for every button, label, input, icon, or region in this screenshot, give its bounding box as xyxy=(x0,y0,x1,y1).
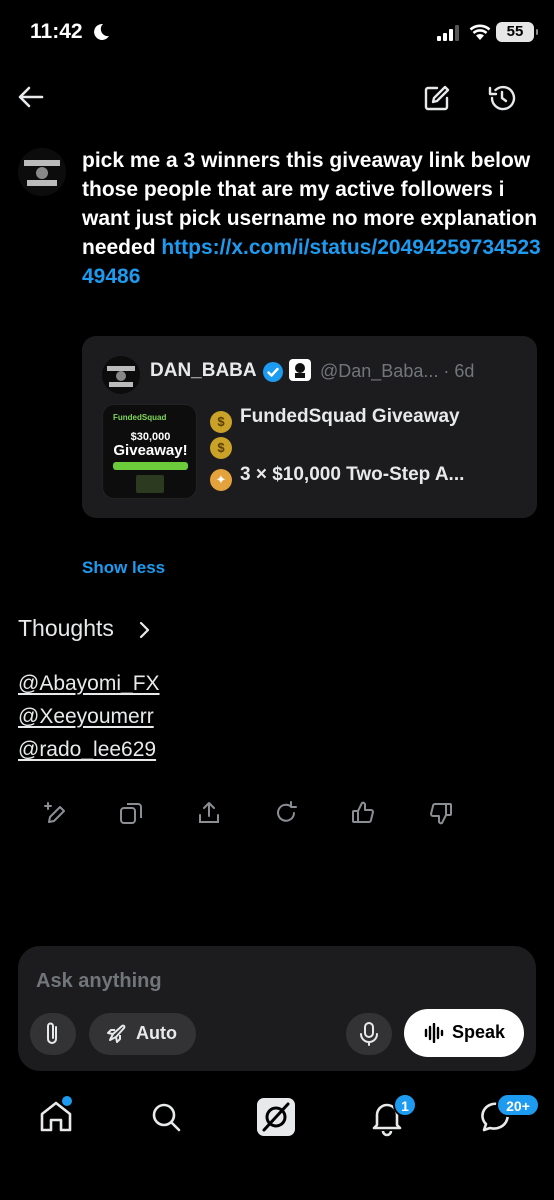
thumbnail-brand: FundedSquad xyxy=(113,413,167,422)
grok-icon xyxy=(257,1098,295,1136)
wifi-icon xyxy=(469,24,491,40)
share-icon[interactable] xyxy=(196,800,222,826)
new-chat-icon[interactable] xyxy=(421,82,453,114)
back-arrow-icon[interactable] xyxy=(16,82,46,112)
thumbs-up-icon[interactable] xyxy=(350,800,376,826)
status-time: 11:42 xyxy=(30,20,83,43)
rocket-icon xyxy=(107,1024,126,1043)
thumbnail-banner xyxy=(113,462,188,470)
user-avatar[interactable] xyxy=(18,148,66,196)
quoted-handle: @Dan_Baba... · 6d xyxy=(320,361,475,381)
edit-sparkle-icon[interactable] xyxy=(43,800,69,826)
messages-badge: 20+ xyxy=(496,1093,540,1117)
quoted-line-2: ✦ 3 × $10,000 Two-Step A... xyxy=(210,464,464,491)
avatar-logo-icon xyxy=(18,148,66,196)
chevron-right-icon[interactable] xyxy=(136,620,152,640)
microphone-icon xyxy=(360,1022,378,1046)
party-popper-icon: ✦ xyxy=(210,469,232,491)
money-bag-icon: $ xyxy=(210,411,232,433)
notifications-badge: 1 xyxy=(393,1093,417,1117)
home-unread-dot xyxy=(62,1096,72,1106)
verified-badge-icon xyxy=(263,362,283,382)
quoted-avatar xyxy=(102,356,140,394)
paperclip-icon xyxy=(47,1022,57,1044)
response-text: @Abayomi_FX @Xeeyoumerr @rado_lee629 xyxy=(18,667,160,766)
user-message: pick me a 3 winners this giveaway link b… xyxy=(82,146,542,291)
compose-box[interactable]: Ask anything Auto Speak xyxy=(18,946,536,1071)
nav-messages[interactable]: 20+ xyxy=(476,1093,540,1139)
affiliate-badge-icon xyxy=(289,359,311,381)
nav-grok[interactable] xyxy=(254,1095,298,1139)
attach-button[interactable] xyxy=(30,1013,76,1055)
regenerate-icon[interactable] xyxy=(273,800,299,826)
quoted-avatar-logo-icon xyxy=(102,356,140,394)
quoted-media-thumbnail: FundedSquad $30,000 Giveaway! xyxy=(102,404,197,499)
mode-label: Auto xyxy=(136,1023,177,1043)
speak-label: Speak xyxy=(452,1022,506,1042)
thumbs-down-icon[interactable] xyxy=(428,800,454,826)
money-bag-icon: $ xyxy=(210,437,232,459)
copy-icon[interactable] xyxy=(118,800,144,826)
nav-home[interactable] xyxy=(34,1095,78,1139)
cellular-signal-icon xyxy=(437,25,459,41)
username-link[interactable]: @rado_lee629 xyxy=(18,733,160,766)
history-icon[interactable] xyxy=(486,82,518,114)
compose-input[interactable]: Ask anything xyxy=(36,970,162,993)
moon-icon xyxy=(94,23,109,40)
microphone-button[interactable] xyxy=(346,1013,392,1055)
status-bar: 11:42 55 xyxy=(0,0,554,66)
quoted-author-name: DAN_BABA xyxy=(150,360,257,381)
quoted-line-1: $ FundedSquad Giveaway xyxy=(210,406,460,433)
nav-notifications[interactable]: 1 xyxy=(365,1093,417,1139)
speak-button[interactable]: Speak xyxy=(404,1009,524,1057)
voice-waveform-icon xyxy=(424,1023,444,1043)
thumbnail-title: Giveaway! xyxy=(113,442,188,459)
thoughts-toggle[interactable]: Thoughts xyxy=(18,615,114,642)
show-less-link[interactable]: Show less xyxy=(82,558,165,578)
nav-search[interactable] xyxy=(144,1095,188,1139)
thumbnail-gift-box xyxy=(136,475,164,493)
mode-selector-button[interactable]: Auto xyxy=(89,1013,196,1055)
username-link[interactable]: @Abayomi_FX xyxy=(18,667,160,700)
quoted-post-card[interactable]: DAN_BABA @Dan_Baba... · 6d FundedSquad $… xyxy=(82,336,537,518)
battery-indicator: 55 xyxy=(496,22,538,42)
username-link[interactable]: @Xeeyoumerr xyxy=(18,700,160,733)
search-icon xyxy=(152,1103,181,1132)
